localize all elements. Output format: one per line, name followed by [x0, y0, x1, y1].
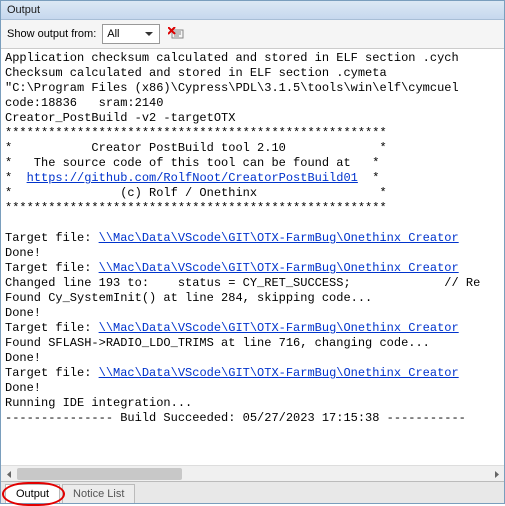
- output-filter-dropdown[interactable]: All: [102, 24, 160, 44]
- chevron-down-icon: [143, 32, 155, 37]
- log-link[interactable]: \\Mac\Data\VScode\GIT\OTX-FarmBug\Onethi…: [99, 231, 459, 245]
- log-line: "C:\Program Files (x86)\Cypress\PDL\3.1.…: [5, 81, 500, 96]
- dropdown-selected-value: All: [107, 28, 143, 40]
- log-line: * Creator PostBuild tool 2.10 *: [5, 141, 500, 156]
- log-line: Target file: \\Mac\Data\VScode\GIT\OTX-F…: [5, 321, 500, 336]
- scroll-left-icon[interactable]: [1, 466, 17, 481]
- tab-notice-list[interactable]: Notice List: [62, 484, 135, 503]
- log-line: ****************************************…: [5, 126, 500, 141]
- log-link[interactable]: \\Mac\Data\VScode\GIT\OTX-FarmBug\Onethi…: [99, 261, 459, 275]
- log-line: Changed line 193 to: status = CY_RET_SUC…: [5, 276, 500, 291]
- log-line: Checksum calculated and stored in ELF se…: [5, 66, 500, 81]
- log-line: Done!: [5, 306, 500, 321]
- tab-output[interactable]: Output: [5, 484, 60, 503]
- panel-titlebar: Output: [1, 1, 504, 20]
- log-line: * https://github.com/RolfNoot/CreatorPos…: [5, 171, 500, 186]
- panel-title: Output: [7, 4, 40, 16]
- log-line: [5, 426, 500, 441]
- log-line: Creator_PostBuild -v2 -targetOTX: [5, 111, 500, 126]
- log-line: Application checksum calculated and stor…: [5, 51, 500, 66]
- log-line: Found SFLASH->RADIO_LDO_TRIMS at line 71…: [5, 336, 500, 351]
- horizontal-scrollbar[interactable]: [1, 465, 504, 481]
- output-toolbar: Show output from: All: [1, 20, 504, 49]
- log-link[interactable]: \\Mac\Data\VScode\GIT\OTX-FarmBug\Onethi…: [99, 366, 459, 380]
- log-line: Running IDE integration...: [5, 396, 500, 411]
- scroll-right-icon[interactable]: [488, 466, 504, 481]
- log-line: Target file: \\Mac\Data\VScode\GIT\OTX-F…: [5, 231, 500, 246]
- log-link[interactable]: \\Mac\Data\VScode\GIT\OTX-FarmBug\Onethi…: [99, 321, 459, 335]
- log-line: code:18836 sram:2140: [5, 96, 500, 111]
- output-text-area[interactable]: Application checksum calculated and stor…: [1, 49, 504, 481]
- clear-output-button[interactable]: [166, 24, 186, 44]
- scrollbar-thumb[interactable]: [17, 468, 182, 480]
- output-content: Application checksum calculated and stor…: [1, 49, 504, 481]
- log-line: Done!: [5, 246, 500, 261]
- log-line: [5, 216, 500, 231]
- log-line: Target file: \\Mac\Data\VScode\GIT\OTX-F…: [5, 366, 500, 381]
- log-line: --------------- Build Succeeded: 05/27/2…: [5, 411, 500, 426]
- show-output-label: Show output from:: [7, 28, 96, 40]
- bottom-tabs: OutputNotice List: [1, 481, 504, 503]
- log-line: ****************************************…: [5, 201, 500, 216]
- log-link[interactable]: https://github.com/RolfNoot/CreatorPostB…: [27, 171, 358, 185]
- log-line: Found Cy_SystemInit() at line 284, skipp…: [5, 291, 500, 306]
- scrollbar-track[interactable]: [17, 466, 488, 481]
- log-line: Done!: [5, 381, 500, 396]
- log-line: * The source code of this tool can be fo…: [5, 156, 500, 171]
- log-line: Target file: \\Mac\Data\VScode\GIT\OTX-F…: [5, 261, 500, 276]
- log-line: Done!: [5, 351, 500, 366]
- log-line: * (c) Rolf / Onethinx *: [5, 186, 500, 201]
